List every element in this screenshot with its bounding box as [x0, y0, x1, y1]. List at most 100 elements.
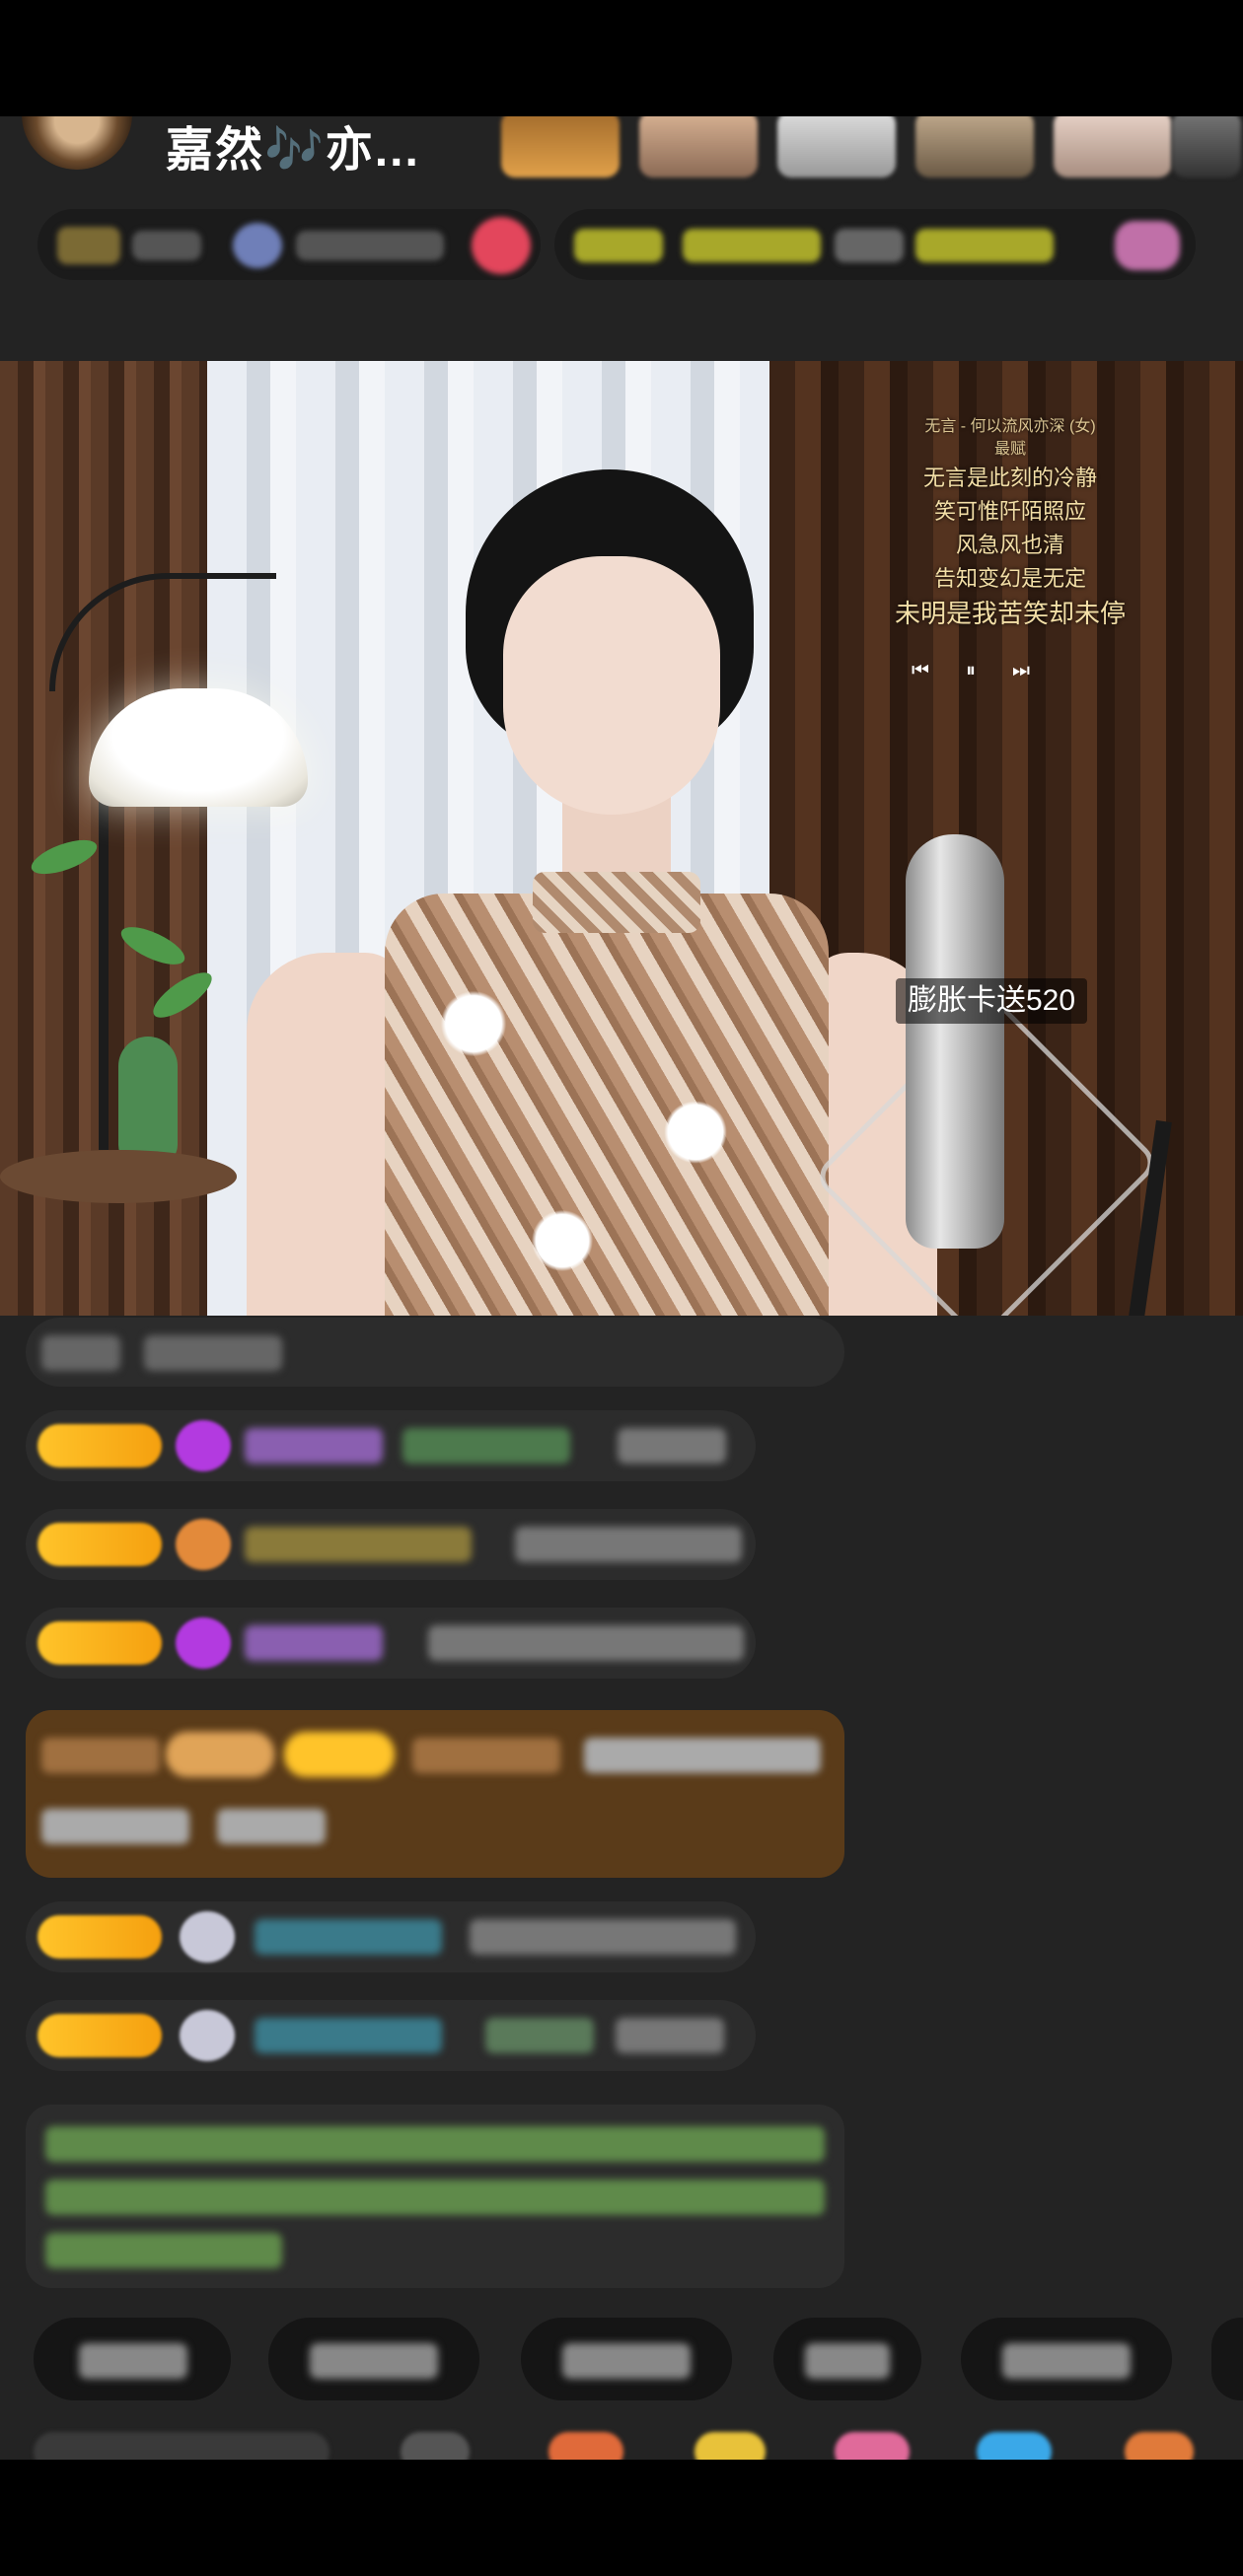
quick-reply-chip[interactable] [34, 2318, 231, 2400]
navigation-bar-mask [0, 2460, 1243, 2576]
action-icon[interactable] [977, 2432, 1052, 2460]
streamer-dress [385, 894, 829, 1316]
host-avatar[interactable] [22, 116, 132, 170]
activity-pill[interactable] [554, 209, 1196, 280]
level-badge [37, 1424, 162, 1467]
message-text [217, 1809, 326, 1844]
chat-message [26, 1318, 844, 1387]
chip-text [562, 2343, 691, 2379]
message-text [470, 1919, 736, 1955]
hot-icon [472, 217, 531, 274]
quick-reply-chip[interactable] [268, 2318, 479, 2400]
lyrics-overlay: 无言 - 何以流风亦深 (女) 最赋 无言是此刻的冷静 笑可惟阡陌照应 风急风也… [862, 416, 1158, 631]
host-header: 嘉然🎶亦... [0, 116, 1243, 195]
viewer-avatar[interactable] [501, 116, 620, 178]
level-badge [284, 1732, 395, 1777]
activity-text [915, 229, 1054, 262]
quick-reply-chip[interactable] [961, 2318, 1172, 2400]
viewer-avatar[interactable] [1172, 116, 1241, 178]
viewer-avatar[interactable] [777, 116, 896, 178]
lyric-line: 告知变幻是无定 [933, 566, 1086, 591]
action-icon[interactable] [695, 2432, 766, 2460]
message-text [144, 1335, 282, 1371]
notice-text [45, 2180, 825, 2215]
side-table [0, 1150, 237, 1203]
fan-club-icon [233, 223, 282, 268]
activity-text [835, 229, 904, 262]
rank-text [132, 231, 201, 260]
previous-track-icon[interactable]: ⏮ [912, 658, 929, 681]
top-viewer-avatars[interactable] [501, 116, 1243, 183]
activity-text [683, 229, 821, 262]
username [245, 1428, 383, 1464]
username [255, 2018, 442, 2053]
fan-club-text [296, 231, 444, 260]
badge [166, 1732, 274, 1777]
lamp-pole [99, 775, 109, 1150]
song-subtitle: 最赋 [993, 441, 1026, 458]
next-track-icon[interactable]: ⏭ [1012, 658, 1030, 681]
status-bar-mask [0, 0, 1243, 116]
level-badge [37, 2014, 162, 2057]
host-name[interactable]: 嘉然🎶亦... [166, 116, 420, 179]
gift-button-icon[interactable] [548, 2432, 623, 2460]
viewer-avatar[interactable] [639, 116, 758, 178]
level-badge [37, 1621, 162, 1665]
username [412, 1738, 560, 1773]
chip-text [805, 2343, 890, 2379]
username [245, 1527, 472, 1562]
level-badge [37, 1523, 162, 1566]
activity-icon [1115, 221, 1180, 270]
activity-text [574, 229, 663, 262]
streamer-arm [247, 953, 404, 1316]
lyric-line: 无言是此刻的冷静 [922, 465, 1097, 490]
action-icon[interactable] [835, 2432, 910, 2460]
chat-message [26, 1608, 756, 1679]
pause-icon[interactable]: ⏸ [966, 658, 976, 681]
username [255, 1919, 442, 1955]
song-title: 无言 - 何以流风亦深 (女) [924, 418, 1096, 435]
lyric-line: 风急风也清 [955, 533, 1064, 557]
system-notice [26, 2105, 844, 2288]
message-text [584, 1738, 821, 1773]
gift-promo-tag: 膨胀卡送520 [896, 978, 1088, 1024]
notice-text [45, 2233, 282, 2268]
music-player-controls: ⏮ ⏸ ⏭ [912, 655, 1030, 684]
viewer-avatar[interactable] [915, 116, 1034, 178]
level-badge [37, 1915, 162, 1959]
viewer-avatar[interactable] [1054, 116, 1172, 178]
message-text [616, 2018, 724, 2053]
chat-message [26, 1901, 756, 1972]
chat-message [26, 2000, 756, 2071]
rank-pill[interactable] [37, 209, 541, 280]
message-text [485, 2018, 594, 2053]
chip-text [79, 2343, 187, 2379]
notice-text [45, 2126, 825, 2162]
message-text [402, 1428, 570, 1464]
message-text [428, 1625, 744, 1661]
quick-reply-row [0, 2300, 1243, 2400]
chat-message-highlight [26, 1710, 844, 1878]
streamer-collar [533, 872, 700, 933]
message-text [618, 1428, 726, 1464]
chat-feed[interactable] [0, 1316, 1243, 2400]
bottom-action-bar [0, 2418, 1243, 2460]
comment-input[interactable] [34, 2432, 329, 2460]
quick-reply-chip[interactable] [1211, 2318, 1243, 2400]
chip-text [310, 2343, 438, 2379]
action-icon[interactable] [1125, 2432, 1194, 2460]
chat-message [26, 1410, 756, 1481]
rank-icon [57, 227, 120, 264]
message-text [515, 1527, 742, 1562]
gift-icon [176, 1519, 231, 1570]
live-video[interactable]: 无言 - 何以流风亦深 (女) 最赋 无言是此刻的冷静 笑可惟阡陌照应 风急风也… [0, 361, 1243, 1316]
action-icon[interactable] [401, 2432, 470, 2460]
quick-reply-chip[interactable] [521, 2318, 732, 2400]
status-badges-row [0, 203, 1243, 302]
message-text [41, 1335, 120, 1371]
avatar [180, 1911, 235, 1963]
quick-reply-chip[interactable] [773, 2318, 921, 2400]
lyric-line: 笑可惟阡陌照应 [933, 499, 1086, 524]
avatar [180, 2010, 235, 2061]
username [41, 1738, 160, 1773]
